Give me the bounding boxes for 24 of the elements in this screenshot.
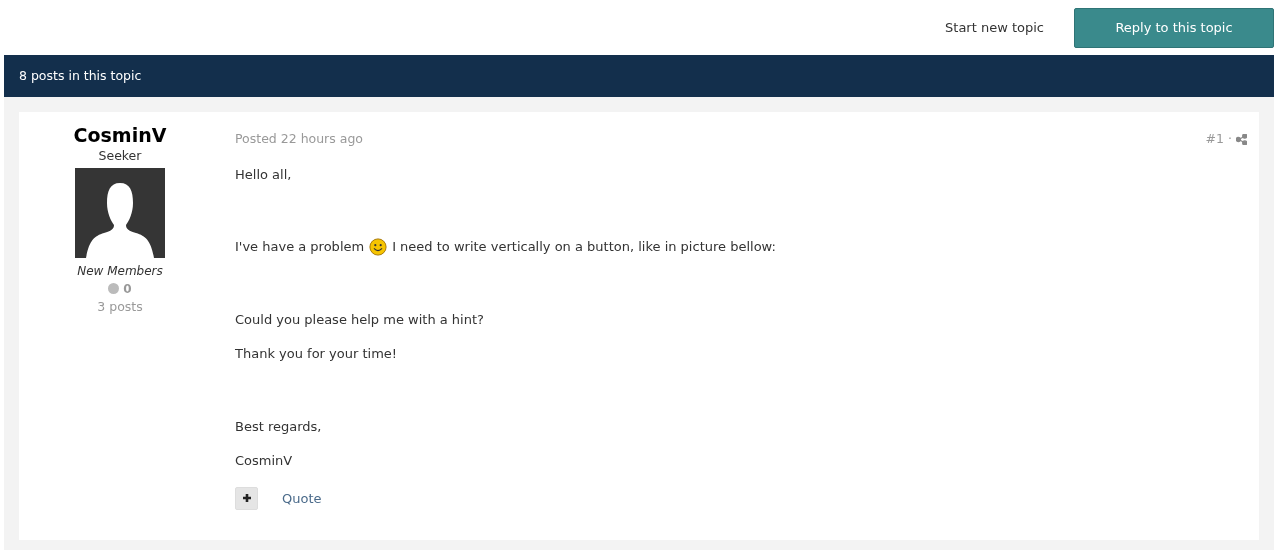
add-button[interactable] xyxy=(235,486,258,510)
smiley-icon xyxy=(369,238,388,256)
post-text: Hello all, xyxy=(235,165,292,184)
plus-icon xyxy=(241,493,252,504)
reputation-count: 0 xyxy=(123,280,132,298)
topic-count: 8 posts in this topic xyxy=(19,66,142,85)
post-text: CosminV xyxy=(235,452,293,471)
member-group: New Members xyxy=(77,261,163,280)
start-topic-link[interactable]: Start new topic xyxy=(915,17,1074,38)
post-text: I need to write vertically on a button, like in picture bellow: xyxy=(392,238,776,257)
reply-button[interactable]: Reply to this topic xyxy=(1074,7,1274,48)
post-text: Could you please help me with a hint? xyxy=(235,310,484,329)
avatar[interactable] xyxy=(75,167,165,258)
share-icon[interactable] xyxy=(1236,133,1247,145)
post-text: I've have a problem xyxy=(235,238,365,257)
post-text: Thank you for your time! xyxy=(235,345,398,364)
post-date: Posted 22 hours ago xyxy=(235,130,363,148)
reputation-icon xyxy=(108,283,120,295)
author-name[interactable]: CosminV xyxy=(73,124,167,147)
post-text: Best regards, xyxy=(235,417,322,436)
separator: · xyxy=(1228,130,1232,148)
post-count: 3 posts xyxy=(97,297,143,316)
quote-link[interactable]: Quote xyxy=(282,488,322,508)
author-rank: Seeker xyxy=(98,146,142,165)
